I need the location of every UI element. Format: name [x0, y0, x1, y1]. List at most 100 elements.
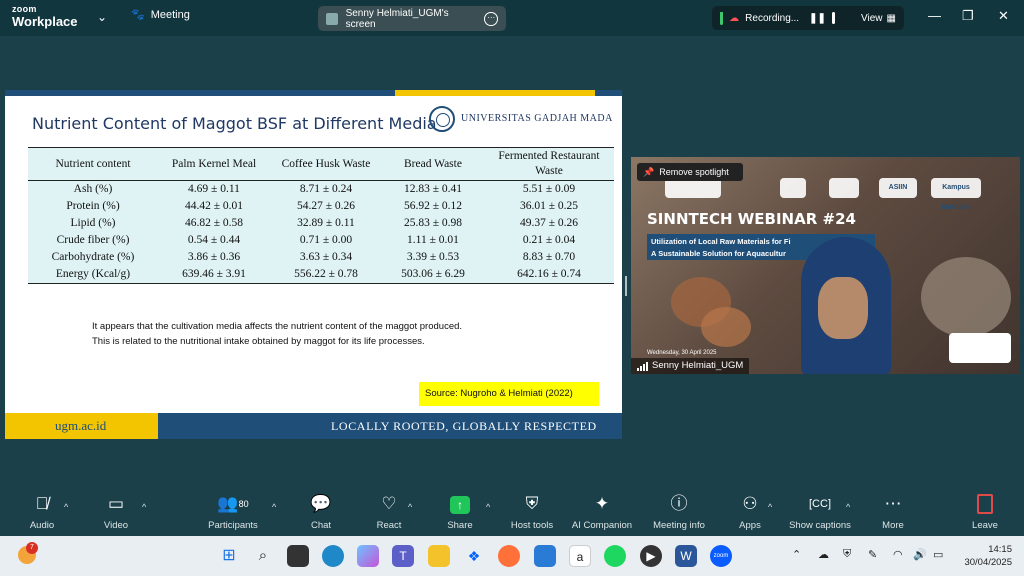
more-button[interactable]: ⋯ More: [853, 492, 933, 531]
table-cell: 503.06 ± 6.29: [382, 266, 484, 284]
leave-door-icon: [977, 494, 993, 514]
wifi-icon[interactable]: ◠: [893, 548, 903, 561]
bbs-logo: [829, 178, 859, 198]
info-icon: ⓘ: [670, 494, 688, 513]
university-name: UNIVERSITAS GADJAH MADA: [461, 113, 613, 124]
firefox-icon[interactable]: [498, 545, 520, 567]
table-header: Fermented Restaurant Waste: [484, 147, 614, 181]
task-view-icon[interactable]: [287, 545, 309, 567]
table-cell: 3.63 ± 0.34: [299, 251, 353, 263]
teams-icon[interactable]: T: [392, 545, 414, 567]
apps-button[interactable]: ⚇ Apps: [710, 492, 790, 531]
slide-title: Nutrient Content of Maggot BSF at Differ…: [32, 114, 437, 133]
shared-slide: Nutrient Content of Maggot BSF at Differ…: [5, 90, 622, 439]
apps-caret-icon[interactable]: ^: [768, 502, 772, 512]
faculty-logo: [665, 178, 721, 198]
heart-icon: ♡: [381, 494, 397, 513]
battery-icon[interactable]: ▭: [933, 548, 943, 561]
view-button[interactable]: View ▦: [861, 13, 896, 24]
logo-line-1: zoom: [12, 4, 37, 14]
react-button[interactable]: ♡ React: [349, 492, 429, 531]
video-options-caret-icon[interactable]: ^: [142, 502, 146, 512]
slide-top-strip: [5, 90, 622, 96]
system-clock[interactable]: 14:15 30/04/2025: [952, 543, 1012, 569]
table-cell: 556.22 ± 0.78: [270, 266, 382, 284]
file-explorer-icon[interactable]: [428, 545, 450, 567]
asiin-logo: ASIIN: [879, 178, 917, 198]
microsoft-store-icon[interactable]: [534, 545, 556, 567]
nutrient-table: Nutrient content Palm Kernel Meal Coffee…: [28, 147, 614, 284]
dropbox-icon[interactable]: ❖: [463, 545, 485, 567]
table-row: Crude fiber (%) 0.54 ± 0.44 0.71 ± 0.00 …: [28, 232, 614, 249]
more-label: More: [882, 520, 904, 531]
table-cell: 56.92 ± 0.12: [403, 200, 463, 212]
meeting-menu-button[interactable]: 🐾 Meeting: [131, 8, 190, 22]
show-captions-label: Show captions: [789, 520, 851, 531]
ai-companion-button[interactable]: ✦ AI Companion: [562, 492, 642, 531]
ugm-seal-logo: [429, 106, 455, 132]
table-header-row: Nutrient content Palm Kernel Meal Coffee…: [28, 147, 614, 181]
table-header: Coffee Husk Waste: [270, 147, 382, 181]
share-caret-icon[interactable]: ^: [486, 502, 490, 512]
background-blob: [701, 307, 751, 347]
security-shield-icon[interactable]: ⛨: [843, 548, 851, 561]
note-line-1: It appears that the cultivation media af…: [92, 321, 463, 332]
table-cell: 0.21 ± 0.04: [522, 234, 576, 246]
stop-recording-icon[interactable]: [831, 12, 836, 24]
table-cell: 639.46 ± 3.91: [158, 266, 270, 284]
close-icon[interactable]: ✕: [998, 8, 1009, 24]
slide-footer: ugm.ac.id LOCALLY ROOTED, GLOBALLY RESPE…: [5, 413, 622, 439]
participants-icon: 👥80: [217, 494, 249, 513]
zoom-app-icon[interactable]: zoom: [710, 545, 732, 567]
edge-browser-icon[interactable]: [322, 545, 344, 567]
table-cell: 25.83 ± 0.98: [403, 217, 463, 229]
pen-icon[interactable]: ✎: [868, 548, 877, 561]
participant-face: [818, 277, 868, 339]
audio-button[interactable]: 🎙̸ Audio: [2, 492, 82, 531]
spotlight-video-tile[interactable]: ASIIN Kampus Merdeka SINNTECH WEBINAR #2…: [631, 157, 1020, 374]
source-citation: Source: Nugroho & Helmiati (2022): [419, 382, 599, 406]
remove-spotlight-button[interactable]: 📌 Remove spotlight: [637, 163, 743, 181]
table-cell: 54.27 ± 0.26: [296, 200, 356, 212]
table-cell: 49.37 ± 0.26: [519, 217, 579, 229]
webinar-date: Wednesday, 30 April 2025: [647, 350, 717, 356]
table-row: Lipid (%) 46.82 ± 0.58 32.89 ± 0.11 25.8…: [28, 215, 614, 232]
react-caret-icon[interactable]: ^: [408, 502, 412, 512]
table-header: Palm Kernel Meal: [158, 147, 270, 181]
show-hidden-icons-icon[interactable]: ⌃: [792, 548, 801, 561]
encryption-shield-icon: [720, 11, 724, 25]
table-cell: Carbohydrate (%): [51, 251, 135, 263]
copilot-icon[interactable]: [357, 545, 379, 567]
spotify-icon[interactable]: [604, 545, 626, 567]
minimize-icon[interactable]: —: [928, 8, 941, 23]
amazon-icon[interactable]: a: [569, 545, 591, 567]
windows-start-icon[interactable]: ⊞: [218, 545, 240, 567]
table-row: Ash (%) 4.69 ± 0.11 8.71 ± 0.24 12.83 ± …: [28, 181, 614, 199]
screen-share-indicator[interactable]: Senny Helmiati_UGM's screen ···: [318, 6, 506, 31]
participants-caret-icon[interactable]: ^: [272, 502, 276, 512]
volume-icon[interactable]: 🔊: [913, 548, 927, 561]
zoom-title-bar: zoom Workplace ⌄ 🐾 Meeting Senny Helmiat…: [0, 0, 1024, 36]
ai-companion-label: AI Companion: [571, 520, 633, 531]
more-options-icon[interactable]: ···: [484, 11, 498, 26]
clock-date: 30/04/2025: [964, 557, 1012, 568]
restore-icon[interactable]: ❐: [962, 8, 974, 24]
media-player-icon[interactable]: ▶: [640, 545, 662, 567]
word-icon[interactable]: W: [675, 545, 697, 567]
recording-indicator: ☁ Recording... ❚❚ View ▦: [712, 6, 904, 30]
table-row: Carbohydrate (%) 3.86 ± 0.36 3.63 ± 0.34…: [28, 249, 614, 266]
search-icon[interactable]: ⌕: [252, 545, 274, 567]
sparkle-icon: ✦: [594, 494, 610, 513]
participants-button[interactable]: 👥80 Participants: [193, 492, 273, 531]
split-view-handle[interactable]: [625, 276, 627, 296]
onedrive-cloud-icon[interactable]: ☁: [818, 548, 829, 561]
host-tools-button[interactable]: ⛨ Host tools: [492, 492, 572, 531]
chevron-down-icon[interactable]: ⌄: [97, 10, 107, 24]
table-cell: 36.01 ± 0.25: [519, 200, 579, 212]
pause-recording-icon[interactable]: ❚❚: [809, 13, 826, 24]
background-blob: [921, 257, 1011, 337]
captions-caret-icon[interactable]: ^: [846, 502, 850, 512]
audio-options-caret-icon[interactable]: ^: [64, 502, 68, 512]
meeting-info-button[interactable]: ⓘ Meeting info: [639, 492, 719, 531]
leave-button[interactable]: Leave: [945, 492, 1024, 531]
